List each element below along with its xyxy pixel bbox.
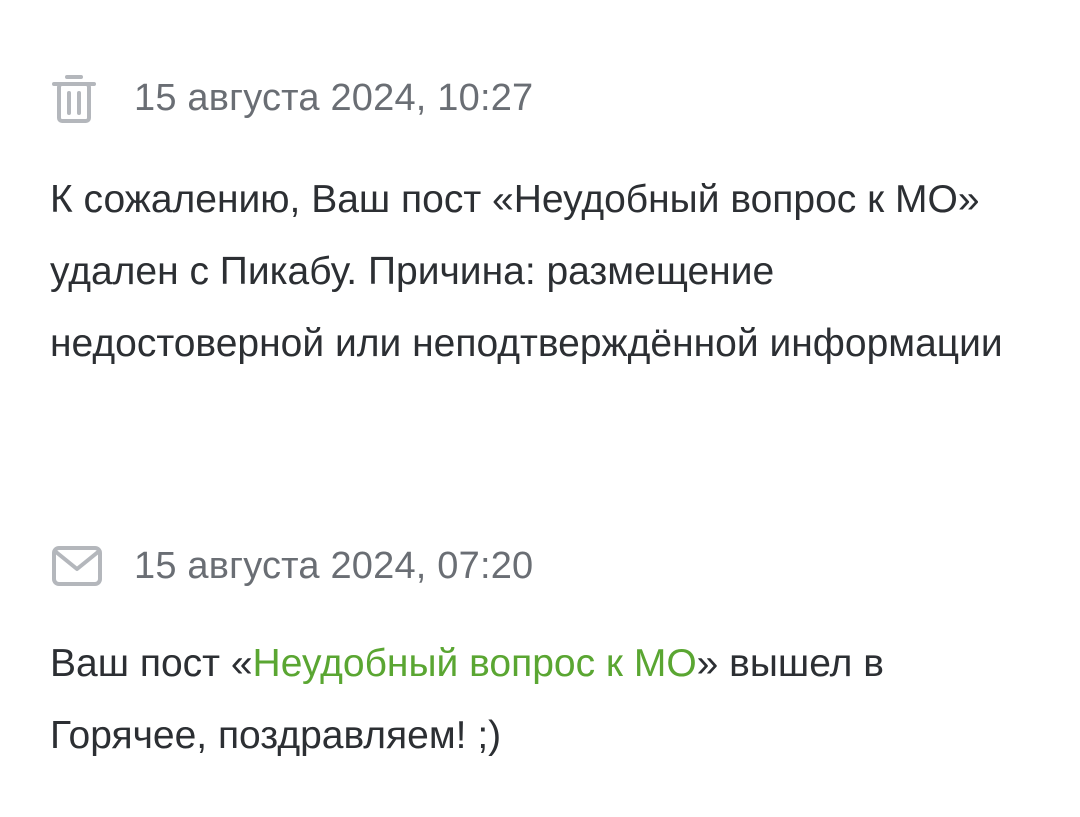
notification-message: К сожалению, Ваш пост «Неудобный вопрос … (50, 178, 1003, 365)
notification-date: 15 августа 2024, 07:20 (134, 545, 534, 587)
notification-meta: 15 августа 2024, 07:20 (50, 534, 1010, 598)
mail-icon (50, 539, 104, 593)
trash-icon (50, 71, 104, 125)
message-text-before: Ваш пост « (50, 642, 253, 685)
notification-message: Ваш пост «Неудобный вопрос к МО» вышел в… (50, 628, 1010, 772)
notification-item: 15 августа 2024, 10:27 К сожалению, Ваш … (50, 66, 1010, 380)
notification-date: 15 августа 2024, 10:27 (134, 77, 534, 119)
notification-meta: 15 августа 2024, 10:27 (50, 66, 1010, 130)
notification-item: 15 августа 2024, 07:20 Ваш пост «Неудобн… (50, 534, 1010, 772)
post-link[interactable]: Неудобный вопрос к МО (253, 642, 697, 685)
